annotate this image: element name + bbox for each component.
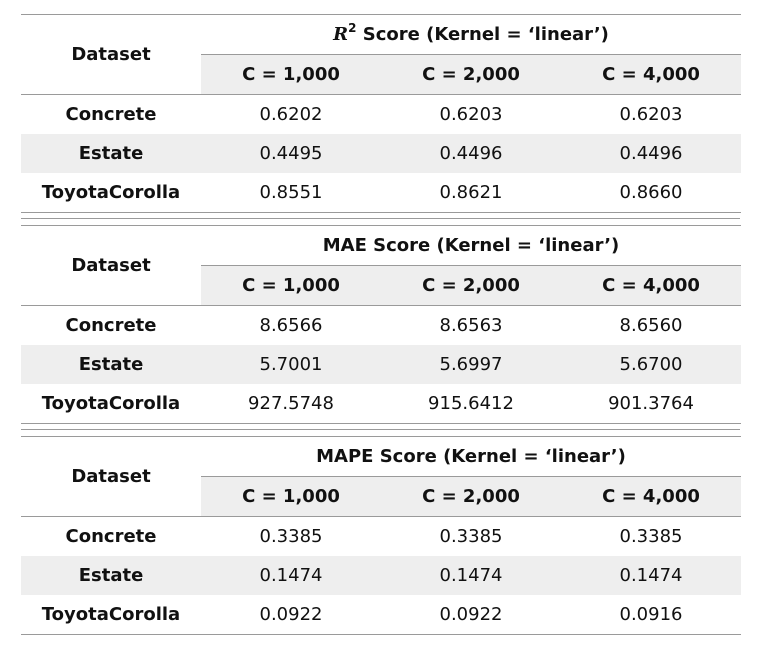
table-separator: [21, 424, 740, 436]
column-header: C = 2,000: [381, 265, 561, 306]
score-cell: 8.6563: [439, 315, 503, 336]
mape-score-table: Dataset MAPE Score (Kernel = ‘linear’) C…: [21, 436, 741, 635]
table-row: Estate 5.7001 5.6997 5.6700: [21, 345, 742, 384]
metric-header: R2 Score (Kernel = ‘linear’): [201, 14, 742, 55]
column-header: C = 4,000: [561, 476, 741, 517]
dataset-header: Dataset: [21, 225, 201, 306]
column-header: C = 2,000: [381, 476, 561, 517]
metric-symbol: R: [333, 24, 349, 45]
score-cell: 0.4496: [381, 134, 561, 173]
score-cell: 0.1474: [381, 556, 561, 595]
table-separator: [21, 213, 740, 225]
dataset-name: ToyotaCorolla: [41, 182, 181, 203]
score-cell: 915.6412: [428, 393, 514, 414]
score-cell: 5.6997: [381, 345, 561, 384]
score-cell: 8.6566: [259, 315, 323, 336]
score-cell: 0.4496: [561, 134, 742, 173]
score-cell: 0.6203: [619, 104, 683, 125]
score-tables: Dataset R2 Score (Kernel = ‘linear’) C =…: [21, 14, 742, 635]
score-cell: 8.6560: [619, 315, 683, 336]
dataset-name: ToyotaCorolla: [41, 393, 181, 414]
dataset-name: ToyotaCorolla: [41, 604, 181, 625]
score-cell: 0.4495: [201, 134, 381, 173]
table-row: Concrete 0.6202 0.6203 0.6203: [21, 95, 741, 135]
score-cell: 0.0922: [439, 604, 503, 625]
score-cell: 5.7001: [201, 345, 381, 384]
table-row: ToyotaCorolla 0.0922 0.0922 0.0916: [21, 595, 741, 635]
dataset-name: Concrete: [65, 315, 157, 336]
column-header: C = 2,000: [381, 54, 561, 95]
score-cell: 5.6700: [561, 345, 742, 384]
column-header: C = 4,000: [561, 265, 742, 306]
dataset-header: Dataset: [21, 14, 201, 95]
dataset-name: Estate: [21, 134, 201, 173]
score-cell: 0.0916: [619, 604, 683, 625]
mae-score-table: Dataset MAE Score (Kernel = ‘linear’) C …: [21, 225, 742, 424]
score-cell: 0.0922: [259, 604, 323, 625]
score-cell: 0.6203: [439, 104, 503, 125]
score-cell: 0.8621: [439, 182, 503, 203]
dataset-name: Concrete: [65, 526, 157, 547]
table-row: Estate 0.4495 0.4496 0.4496: [21, 134, 742, 173]
metric-header: MAPE Score (Kernel = ‘linear’): [201, 436, 741, 477]
column-header: C = 4,000: [561, 54, 742, 95]
score-cell: 0.8660: [619, 182, 683, 203]
score-cell: 0.1474: [201, 556, 381, 595]
dataset-header: Dataset: [21, 436, 201, 517]
dataset-name: Estate: [21, 556, 201, 595]
metric-header: MAE Score (Kernel = ‘linear’): [201, 225, 742, 266]
score-cell: 901.3764: [608, 393, 694, 414]
score-cell: 0.3385: [439, 526, 503, 547]
score-cell: 0.3385: [619, 526, 683, 547]
table-row: Concrete 8.6566 8.6563 8.6560: [21, 306, 741, 346]
r2-score-table: Dataset R2 Score (Kernel = ‘linear’) C =…: [21, 14, 742, 213]
dataset-name: Estate: [21, 345, 201, 384]
score-cell: 0.8551: [259, 182, 323, 203]
score-cell: 927.5748: [248, 393, 334, 414]
table-row: Concrete 0.3385 0.3385 0.3385: [21, 517, 741, 557]
column-header: C = 1,000: [201, 265, 381, 306]
score-cell: 0.1474: [561, 556, 741, 595]
table-row: ToyotaCorolla 927.5748 915.6412 901.3764: [21, 384, 741, 424]
metric-header-text: Score (Kernel = ‘linear’): [356, 24, 609, 45]
column-header: C = 1,000: [201, 54, 381, 95]
score-cell: 0.3385: [259, 526, 323, 547]
table-row: ToyotaCorolla 0.8551 0.8621 0.8660: [21, 173, 741, 213]
score-cell: 0.6202: [259, 104, 323, 125]
dataset-name: Concrete: [65, 104, 157, 125]
table-row: Estate 0.1474 0.1474 0.1474: [21, 556, 741, 595]
column-header: C = 1,000: [201, 476, 381, 517]
